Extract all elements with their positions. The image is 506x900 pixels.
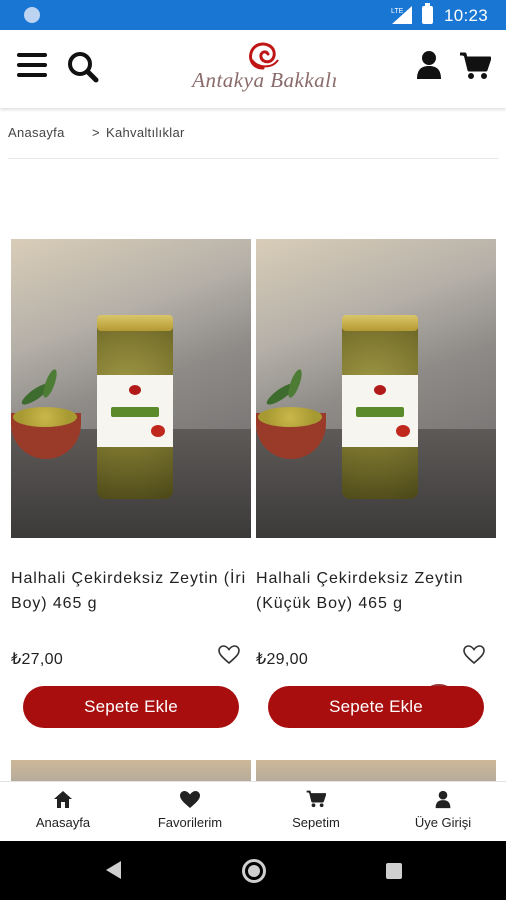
user-icon[interactable]: [416, 50, 442, 80]
product-image[interactable]: [11, 239, 251, 538]
product-card[interactable]: Halhali Çekirdeksiz Zeytin (Küçük Boy) 4…: [256, 239, 496, 739]
home-button-icon[interactable]: [242, 859, 266, 883]
notification-dot-icon: [24, 7, 40, 23]
product-image[interactable]: [11, 760, 251, 782]
product-image[interactable]: [256, 760, 496, 782]
nav-item-home[interactable]: Anasayfa: [0, 782, 126, 842]
breadcrumb-home-link[interactable]: Anasayfa: [8, 125, 65, 140]
nav-item-login[interactable]: Üye Girişi: [380, 782, 506, 842]
product-card[interactable]: Halhali Çekirdeksiz Zeytin (İri Boy) 465…: [11, 239, 251, 739]
app-header: Antakya Bakkalı: [0, 30, 506, 108]
nav-label: Sepetim: [292, 815, 340, 830]
bottom-nav: Anasayfa Favorilerim Sepetim Üye Girişi: [0, 781, 506, 841]
favorite-heart-icon[interactable]: [463, 645, 485, 665]
product-price: ₺27,00: [11, 651, 64, 668]
heart-icon: [180, 791, 200, 808]
menu-icon[interactable]: [17, 53, 47, 77]
signal-icon: LTE: [391, 6, 412, 24]
cart-icon[interactable]: [459, 52, 491, 80]
product-name[interactable]: Halhali Çekirdeksiz Zeytin (İri Boy) 465…: [11, 566, 251, 616]
add-to-cart-button[interactable]: Sepete Ekle: [268, 686, 484, 728]
back-icon[interactable]: [104, 860, 122, 880]
divider: [8, 158, 498, 159]
nav-item-favorites[interactable]: Favorilerim: [127, 782, 253, 842]
status-bar: LTE 10:23: [0, 0, 506, 30]
breadcrumb-current[interactable]: Kahvaltılıklar: [106, 125, 185, 140]
product-image[interactable]: [256, 239, 496, 538]
system-nav-bar: [0, 841, 506, 900]
cart-icon: [306, 790, 326, 808]
user-icon: [435, 790, 451, 809]
home-icon: [54, 791, 72, 808]
recent-apps-icon[interactable]: [386, 863, 402, 879]
nav-item-cart[interactable]: Sepetim: [253, 782, 379, 842]
add-to-cart-button[interactable]: Sepete Ekle: [23, 686, 239, 728]
logo[interactable]: Antakya Bakkalı: [170, 38, 356, 100]
logo-text: Antakya Bakkalı: [192, 68, 338, 92]
favorite-heart-icon[interactable]: [218, 645, 240, 665]
product-name[interactable]: Halhali Çekirdeksiz Zeytin (Küçük Boy) 4…: [256, 566, 496, 616]
product-price: ₺29,00: [256, 651, 309, 668]
nav-label: Üye Girişi: [414, 815, 472, 830]
breadcrumb-separator: >: [92, 125, 100, 140]
nav-label: Anasayfa: [35, 815, 91, 830]
network-label: LTE: [391, 8, 404, 15]
battery-icon: [422, 3, 433, 24]
nav-label: Favorilerim: [157, 815, 223, 830]
search-icon[interactable]: [67, 51, 99, 83]
logo-swirl-icon: [249, 42, 279, 70]
clock: 10:23: [444, 6, 489, 25]
